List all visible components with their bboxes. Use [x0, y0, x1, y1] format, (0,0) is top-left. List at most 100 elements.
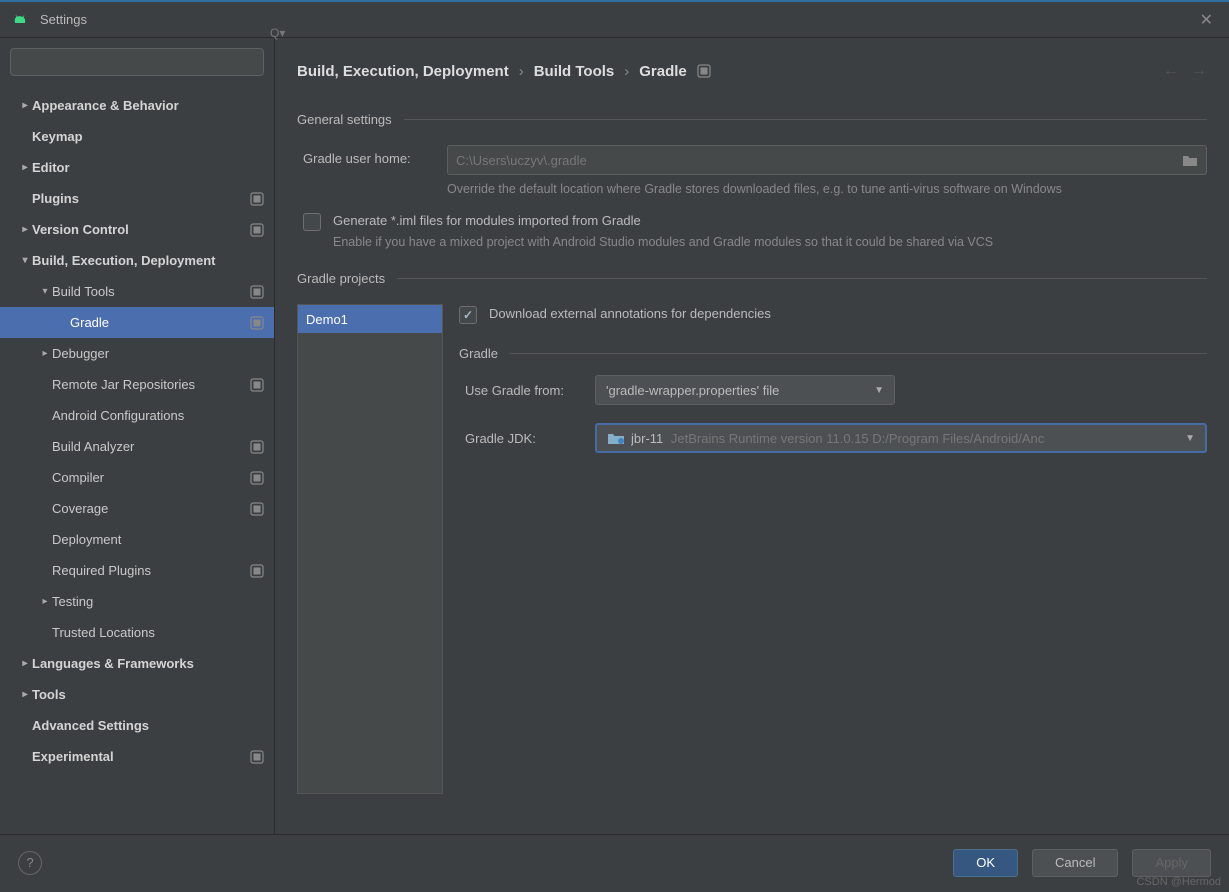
tree-item-deployment[interactable]: Deployment [0, 524, 274, 555]
tree-arrow-icon: ▾ [18, 255, 32, 266]
tree-arrow-icon: ▸ [18, 224, 32, 235]
tree-item-tools[interactable]: ▸Tools [0, 679, 274, 710]
project-item-demo1[interactable]: Demo1 [298, 305, 442, 333]
jdk-detail: JetBrains Runtime version 11.0.15 D:/Pro… [671, 431, 1044, 446]
tree-item-compiler[interactable]: Compiler [0, 462, 274, 493]
tree-item-trusted-locations[interactable]: Trusted Locations [0, 617, 274, 648]
tree-item-build-execution-deployment[interactable]: ▾Build, Execution, Deployment [0, 245, 274, 276]
tree-item-remote-jar-repositories[interactable]: Remote Jar Repositories [0, 369, 274, 400]
projects-section-title: Gradle projects [297, 271, 385, 286]
project-scope-badge-icon [250, 316, 264, 330]
tree-arrow-icon: ▸ [18, 658, 32, 669]
tree-item-label: Languages & Frameworks [32, 656, 264, 671]
download-annotations-label: Download external annotations for depend… [489, 306, 771, 321]
tree-item-label: Trusted Locations [52, 625, 264, 640]
project-scope-badge-icon [250, 192, 264, 206]
use-gradle-from-label: Use Gradle from: [465, 383, 595, 398]
gradle-home-label: Gradle user home: [297, 145, 447, 166]
tree-item-version-control[interactable]: ▸Version Control [0, 214, 274, 245]
tree-item-advanced-settings[interactable]: Advanced Settings [0, 710, 274, 741]
tree-item-experimental[interactable]: Experimental [0, 741, 274, 772]
gradle-projects-list[interactable]: Demo1 [297, 304, 443, 794]
tree-item-label: Android Configurations [52, 408, 264, 423]
tree-item-gradle[interactable]: Gradle [0, 307, 274, 338]
gradle-home-input[interactable] [456, 153, 1182, 168]
tree-item-build-analyzer[interactable]: Build Analyzer [0, 431, 274, 462]
tree-item-label: Appearance & Behavior [32, 98, 264, 113]
tree-item-appearance-behavior[interactable]: ▸Appearance & Behavior [0, 90, 274, 121]
close-icon[interactable]: ✕ [1196, 6, 1217, 34]
project-scope-badge-icon [250, 378, 264, 392]
search-icon: Q▾ [270, 26, 285, 40]
tree-item-plugins[interactable]: Plugins [0, 183, 274, 214]
chevron-right-icon: › [624, 63, 629, 80]
tree-arrow-icon: ▸ [18, 689, 32, 700]
breadcrumb: Build, Execution, Deployment › Build Too… [297, 63, 1163, 80]
settings-tree: ▸Appearance & BehaviorKeymap▸EditorPlugi… [0, 86, 274, 834]
project-scope-badge-icon [250, 440, 264, 454]
apply-button[interactable]: Apply [1132, 849, 1211, 877]
tree-item-label: Editor [32, 160, 264, 175]
tree-item-label: Tools [32, 687, 264, 702]
project-scope-badge-icon [250, 564, 264, 578]
android-icon [12, 12, 28, 28]
generate-iml-help: Enable if you have a mixed project with … [333, 234, 1207, 252]
breadcrumb-root[interactable]: Build, Execution, Deployment [297, 63, 509, 80]
tree-item-label: Build Tools [52, 284, 250, 299]
ok-button[interactable]: OK [953, 849, 1018, 877]
gradle-home-help: Override the default location where Grad… [447, 181, 1207, 199]
tree-item-debugger[interactable]: ▸Debugger [0, 338, 274, 369]
tree-item-label: Remote Jar Repositories [52, 377, 250, 392]
tree-item-android-configurations[interactable]: Android Configurations [0, 400, 274, 431]
gradle-subsection-header: Gradle [459, 346, 1207, 361]
tree-arrow-icon: ▾ [38, 286, 52, 297]
browse-folder-icon[interactable] [1182, 153, 1198, 167]
download-annotations-checkbox[interactable] [459, 306, 477, 324]
jdk-folder-icon [607, 431, 625, 445]
project-scope-badge-icon [250, 223, 264, 237]
nav-forward-button[interactable]: → [1191, 62, 1207, 80]
chevron-down-icon: ▼ [874, 385, 884, 396]
tree-arrow-icon: ▸ [18, 100, 32, 111]
breadcrumb-build-tools[interactable]: Build Tools [534, 63, 615, 80]
help-button[interactable]: ? [18, 851, 42, 875]
project-scope-badge-icon [250, 750, 264, 764]
tree-item-languages-frameworks[interactable]: ▸Languages & Frameworks [0, 648, 274, 679]
general-section-header: General settings [297, 112, 1207, 127]
tree-item-testing[interactable]: ▸Testing [0, 586, 274, 617]
projects-section-header: Gradle projects [297, 271, 1207, 286]
gradle-jdk-label: Gradle JDK: [465, 431, 595, 446]
generate-iml-checkbox[interactable] [303, 213, 321, 231]
tree-arrow-icon: ▸ [38, 596, 52, 607]
tree-item-label: Version Control [32, 222, 250, 237]
chevron-down-icon: ▼ [1185, 433, 1195, 444]
breadcrumb-gradle[interactable]: Gradle [639, 63, 687, 80]
nav-back-button[interactable]: ← [1163, 62, 1179, 80]
tree-item-label: Build Analyzer [52, 439, 250, 454]
tree-item-editor[interactable]: ▸Editor [0, 152, 274, 183]
tree-item-required-plugins[interactable]: Required Plugins [0, 555, 274, 586]
tree-item-label: Build, Execution, Deployment [32, 253, 264, 268]
tree-item-coverage[interactable]: Coverage [0, 493, 274, 524]
search-input[interactable] [10, 48, 264, 76]
project-scope-badge-icon [250, 502, 264, 516]
generate-iml-label: Generate *.iml files for modules importe… [333, 213, 1207, 228]
tree-item-label: Gradle [70, 315, 250, 330]
tree-item-label: Keymap [32, 129, 264, 144]
cancel-button[interactable]: Cancel [1032, 849, 1118, 877]
use-gradle-from-value: 'gradle-wrapper.properties' file [606, 383, 866, 398]
tree-item-label: Compiler [52, 470, 250, 485]
jdk-name: jbr-11 [631, 431, 663, 446]
content-area: Build, Execution, Deployment › Build Too… [275, 38, 1229, 834]
gradle-subsection-title: Gradle [459, 346, 498, 361]
watermark: CSDN @Hermod [1136, 876, 1221, 888]
use-gradle-from-select[interactable]: 'gradle-wrapper.properties' file ▼ [595, 375, 895, 405]
gradle-jdk-select[interactable]: jbr-11 JetBrains Runtime version 11.0.15… [595, 423, 1207, 453]
sidebar: Q▾ ▸Appearance & BehaviorKeymap▸EditorPl… [0, 38, 275, 834]
titlebar: Settings ✕ [0, 0, 1229, 38]
tree-item-build-tools[interactable]: ▾Build Tools [0, 276, 274, 307]
gradle-home-input-wrap [447, 145, 1207, 175]
tree-arrow-icon: ▸ [38, 348, 52, 359]
tree-item-keymap[interactable]: Keymap [0, 121, 274, 152]
tree-item-label: Advanced Settings [32, 718, 264, 733]
